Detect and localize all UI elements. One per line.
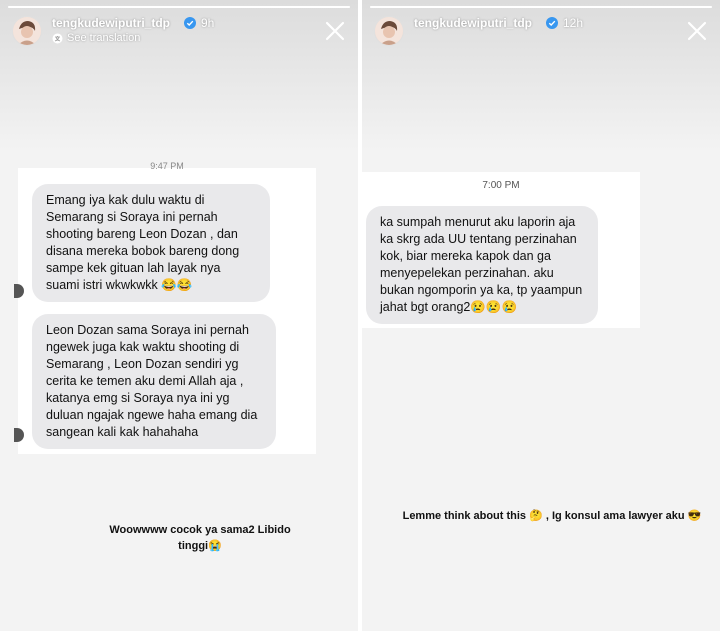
story-progress-bar bbox=[8, 6, 350, 8]
chat-timestamp: 7:00 PM bbox=[482, 180, 520, 191]
avatar[interactable] bbox=[12, 16, 42, 46]
story-header: tengkudewiputri_tdp 9h See translation bbox=[12, 14, 346, 48]
message-bubble: Leon Dozan sama Soraya ini pernah ngewek… bbox=[32, 314, 276, 449]
see-translation-label: See translation bbox=[67, 32, 141, 44]
sender-avatar bbox=[14, 284, 24, 298]
story-caption: Lemme think about this 🤔 , Ig konsul ama… bbox=[402, 510, 702, 522]
see-translation-link[interactable]: See translation bbox=[52, 32, 140, 44]
story-time: 9h bbox=[201, 16, 215, 30]
verified-badge-icon bbox=[546, 17, 558, 29]
story-panel-right[interactable]: tengkudewiputri_tdp 12h 7:00 PM ka sumpa… bbox=[362, 0, 720, 631]
chat-timestamp: 9:47 PM bbox=[150, 161, 184, 171]
close-icon[interactable] bbox=[324, 20, 346, 42]
username[interactable]: tengkudewiputri_tdp bbox=[52, 16, 170, 30]
story-progress-fill bbox=[370, 6, 712, 8]
story-caption: Woowwww cocok ya sama2 Libido tinggi😭 bbox=[109, 524, 291, 552]
chat-screenshot: 7:00 PM ka sumpah menurut aku laporin aj… bbox=[362, 172, 640, 328]
close-icon[interactable] bbox=[686, 20, 708, 42]
message-bubble: Emang iya kak dulu waktu di Semarang si … bbox=[32, 184, 270, 302]
avatar[interactable] bbox=[374, 16, 404, 46]
story-progress-fill bbox=[8, 6, 350, 8]
story-panel-left[interactable]: tengkudewiputri_tdp 9h See translation 9… bbox=[0, 0, 358, 631]
message-bubble: ka sumpah menurut aku laporin aja ka skr… bbox=[366, 206, 598, 324]
story-time: 12h bbox=[563, 16, 584, 30]
translate-icon bbox=[52, 33, 63, 44]
chat-screenshot: 9:47 PM Emang iya kak dulu waktu di Sema… bbox=[14, 161, 316, 454]
sender-avatar bbox=[14, 428, 24, 442]
verified-badge-icon bbox=[184, 17, 196, 29]
story-progress-bar bbox=[370, 6, 712, 8]
story-header: tengkudewiputri_tdp 12h bbox=[374, 14, 708, 48]
username[interactable]: tengkudewiputri_tdp bbox=[414, 16, 532, 30]
